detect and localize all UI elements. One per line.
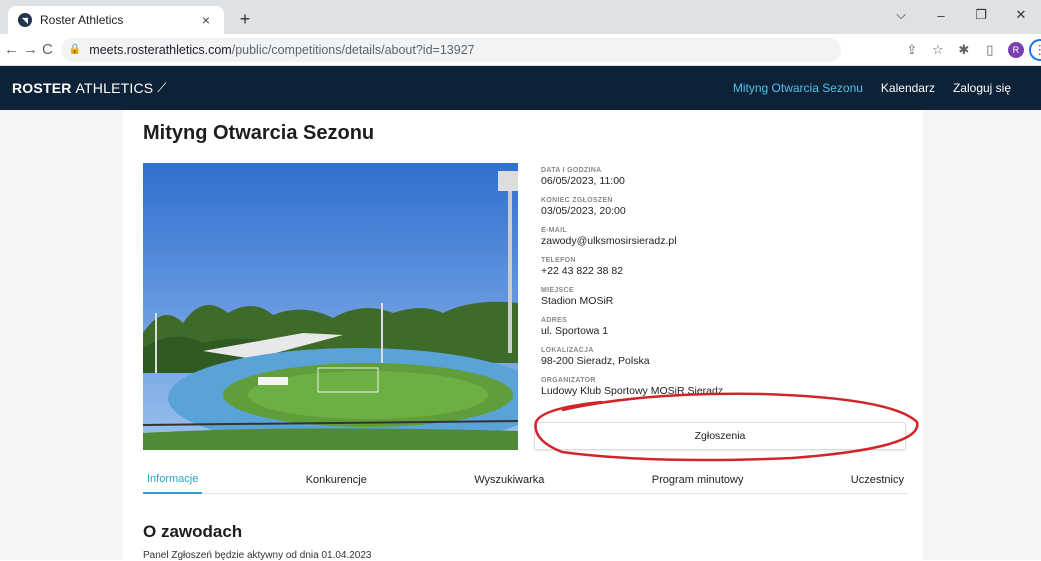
address-bar[interactable]: 🔒 meets.rosterathletics.com /public/comp… — [60, 37, 841, 62]
browser-toolbar: ← → C 🔒 meets.rosterathletics.com /publi… — [0, 34, 1041, 66]
detail-address: ADRES ul. Sportowa 1 — [541, 316, 911, 338]
tab-search[interactable]: Wyszukiwarka — [470, 466, 548, 494]
detail-value: 06/05/2023, 11:00 — [541, 175, 625, 187]
site-nav: Mityng Otwarcia Sezonu Kalendarz Zaloguj… — [733, 81, 1029, 95]
logo-spike-icon: ⟋ — [157, 80, 167, 95]
detail-phone: TELEFON +22 43 822 38 82 — [541, 256, 911, 278]
lock-icon[interactable]: 🔒 — [69, 44, 81, 55]
detail-label: ADRES — [541, 317, 568, 324]
detail-location: LOKALIZACJA 98-200 Sieradz, Polska — [541, 346, 911, 368]
nav-login[interactable]: Zaloguj się — [953, 81, 1011, 95]
detail-label: E-MAIL — [541, 227, 567, 234]
about-section-title: O zawodach — [143, 522, 243, 541]
tab-information[interactable]: Informacje — [143, 466, 203, 494]
tab-search-icon[interactable]: ⌵ — [881, 0, 921, 30]
browser-tab[interactable]: ◥ Roster Athletics × — [8, 6, 224, 34]
detail-value[interactable]: zawody@ulksmosirsieradz.pl — [541, 235, 911, 248]
bookmark-star-icon[interactable]: ☆ — [925, 38, 951, 62]
browser-menu-icon[interactable]: ⋮ — [1028, 38, 1041, 61]
detail-value: Ludowy Klub Sportowy MOSiR Sieradz — [541, 385, 724, 397]
back-icon[interactable]: ← — [4, 38, 19, 62]
roster-favicon-icon: ◥ — [18, 13, 32, 27]
new-tab-button[interactable]: + — [234, 9, 256, 30]
detail-email: E-MAIL zawody@ulksmosirsieradz.pl — [541, 226, 911, 248]
minimize-icon[interactable]: – — [921, 0, 961, 30]
roster-athletics-logo[interactable]: ROSTER ATHLETICS ⟋ — [12, 80, 167, 96]
restore-icon[interactable]: ❐ — [961, 0, 1001, 30]
page-title: Mityng Otwarcia Sezonu — [143, 122, 375, 144]
extensions-puzzle-icon[interactable]: ✱ — [951, 38, 977, 62]
tab-events[interactable]: Konkurencje — [302, 466, 371, 494]
detail-label: TELEFON — [541, 257, 576, 264]
nav-current-meet[interactable]: Mityng Otwarcia Sezonu — [733, 81, 863, 95]
forward-icon[interactable]: → — [23, 38, 38, 62]
profile-avatar[interactable]: R — [1007, 41, 1024, 58]
nav-calendar[interactable]: Kalendarz — [881, 81, 935, 95]
detail-value: 98-200 Sieradz, Polska — [541, 355, 650, 367]
tab-schedule[interactable]: Program minutowy — [648, 466, 748, 494]
details-tabs: Informacje Konkurencje Wyszukiwarka Prog… — [143, 466, 908, 494]
browser-tab-title: Roster Athletics — [40, 13, 124, 27]
toolbar-icons: ⇪ ☆ ✱ ▯ R ⋮ — [899, 38, 1041, 62]
browser-tab-bar: ◥ Roster Athletics × + ⌵ – ❐ ✕ — [0, 0, 1041, 34]
about-section-text: Panel Zgłoszeń będzie aktywny od dnia 01… — [143, 550, 372, 561]
logo-thin-text: ATHLETICS — [75, 80, 154, 96]
registration-button[interactable]: Zgłoszenia — [534, 422, 906, 450]
close-window-icon[interactable]: ✕ — [1001, 0, 1041, 30]
detail-venue: MIEJSCE Stadion MOSiR — [541, 286, 911, 308]
detail-value: ul. Sportowa 1 — [541, 325, 609, 337]
detail-value: +22 43 822 38 82 — [541, 265, 624, 277]
url-host: meets.rosterathletics.com — [89, 42, 232, 57]
share-icon[interactable]: ⇪ — [899, 38, 925, 62]
page-background: Mityng Otwarcia Sezonu DATA I GODZINA 06… — [0, 110, 1041, 561]
detail-value: 03/05/2023, 20:00 — [541, 205, 626, 217]
url-path: /public/competitions/details/about?id=13… — [231, 42, 475, 57]
site-header: ROSTER ATHLETICS ⟋ Mityng Otwarcia Sezon… — [0, 66, 1041, 110]
detail-label: DATA I GODZINA — [541, 167, 602, 174]
event-details: DATA I GODZINA 06/05/2023, 11:00 KONIEC … — [541, 166, 911, 406]
content-card: Mityng Otwarcia Sezonu DATA I GODZINA 06… — [123, 110, 923, 561]
detail-label: KONIEC ZGŁOSZEŃ — [541, 197, 613, 204]
detail-label: ORGANIZATOR — [541, 377, 596, 384]
stadium-photo — [143, 163, 518, 450]
detail-label: LOKALIZACJA — [541, 347, 594, 354]
detail-registration-end: KONIEC ZGŁOSZEŃ 03/05/2023, 20:00 — [541, 196, 911, 218]
detail-date: DATA I GODZINA 06/05/2023, 11:00 — [541, 166, 911, 188]
detail-label: MIEJSCE — [541, 287, 574, 294]
detail-organizer: ORGANIZATOR Ludowy Klub Sportowy MOSiR S… — [541, 376, 911, 398]
reload-icon[interactable]: C — [42, 38, 53, 62]
detail-value: Stadion MOSiR — [541, 295, 614, 307]
close-tab-icon[interactable]: × — [198, 12, 214, 28]
logo-bold-text: ROSTER — [12, 80, 72, 96]
window-controls: ⌵ – ❐ ✕ — [881, 0, 1041, 30]
tab-participants[interactable]: Uczestnicy — [847, 466, 908, 494]
side-panel-icon[interactable]: ▯ — [977, 38, 1003, 62]
